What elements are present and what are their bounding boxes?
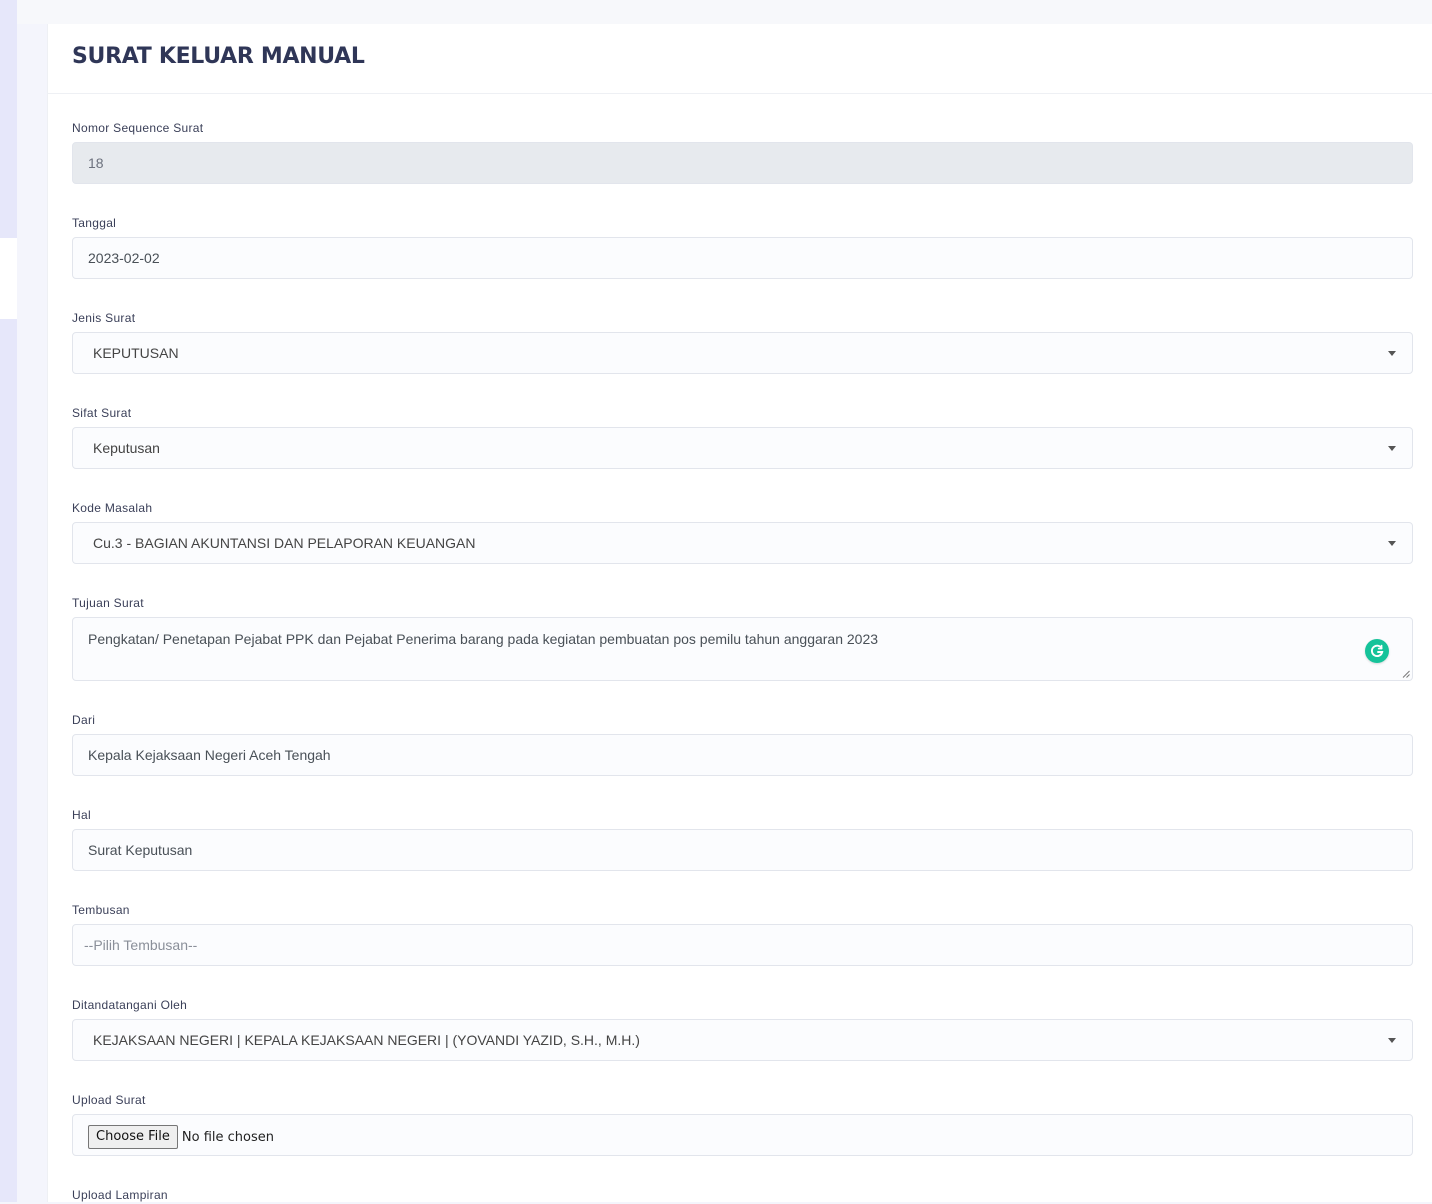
form-group-upload-surat: Upload Surat Choose File No file chosen — [72, 1091, 1413, 1156]
chevron-down-icon — [1388, 541, 1396, 546]
tujuan-surat-label: Tujuan Surat — [72, 596, 144, 610]
sifat-surat-value: Keputusan — [93, 440, 160, 456]
upload-lampiran-label: Upload Lampiran — [72, 1188, 168, 1202]
form-group-jenis-surat: Jenis Surat KEPUTUSAN — [72, 309, 1413, 374]
hal-label: Hal — [72, 808, 91, 822]
tujuan-surat-value: Pengkatan/ Penetapan Pejabat PPK dan Pej… — [88, 631, 879, 647]
tembusan-multiselect[interactable]: --Pilih Tembusan-- — [72, 924, 1413, 966]
ditandatangani-value: KEJAKSAAN NEGERI | KEPALA KEJAKSAAN NEGE… — [93, 1032, 640, 1048]
resize-grip-icon[interactable] — [1402, 670, 1410, 678]
nomor-sequence-label: Nomor Sequence Surat — [72, 121, 204, 135]
kode-masalah-value: Cu.3 - BAGIAN AKUNTANSI DAN PELAPORAN KE… — [93, 535, 476, 551]
sidebar-active-gap — [0, 238, 17, 319]
form-group-tanggal: Tanggal 2023-02-02 — [72, 214, 1413, 279]
top-bar — [17, 0, 1432, 24]
form-group-ditandatangani: Ditandatangani Oleh KEJAKSAAN NEGERI | K… — [72, 996, 1413, 1061]
kode-masalah-select[interactable]: Cu.3 - BAGIAN AKUNTANSI DAN PELAPORAN KE… — [72, 522, 1413, 564]
tembusan-label: Tembusan — [72, 903, 130, 917]
jenis-surat-value: KEPUTUSAN — [93, 345, 179, 361]
tanggal-input[interactable]: 2023-02-02 — [72, 237, 1413, 279]
tanggal-label: Tanggal — [72, 216, 117, 230]
chevron-down-icon — [1388, 1038, 1396, 1043]
grammarly-icon[interactable] — [1365, 639, 1389, 663]
upload-surat-label: Upload Surat — [72, 1093, 146, 1107]
chevron-down-icon — [1388, 351, 1396, 356]
tujuan-surat-textarea[interactable]: Pengkatan/ Penetapan Pejabat PPK dan Pej… — [72, 617, 1413, 681]
jenis-surat-label: Jenis Surat — [72, 311, 136, 325]
ditandatangani-label: Ditandatangani Oleh — [72, 998, 188, 1012]
dari-label: Dari — [72, 713, 96, 727]
chevron-down-icon — [1388, 446, 1396, 451]
form-group-nomor-sequence: Nomor Sequence Surat 18 — [72, 119, 1413, 184]
sifat-surat-label: Sifat Surat — [72, 406, 132, 420]
upload-surat-file-input: Choose File No file chosen — [72, 1114, 1413, 1156]
form-group-tujuan-surat: Tujuan Surat Pengkatan/ Penetapan Pejaba… — [72, 594, 1413, 681]
form-group-kode-masalah: Kode Masalah Cu.3 - BAGIAN AKUNTANSI DAN… — [72, 499, 1413, 564]
jenis-surat-select[interactable]: KEPUTUSAN — [72, 332, 1413, 374]
choose-file-button[interactable]: Choose File — [88, 1125, 178, 1149]
nomor-sequence-input: 18 — [72, 142, 1413, 184]
ditandatangani-select[interactable]: KEJAKSAAN NEGERI | KEPALA KEJAKSAAN NEGE… — [72, 1019, 1413, 1061]
form-group-upload-lampiran: Upload Lampiran — [72, 1186, 1413, 1204]
form-card: SURAT KELUAR MANUAL Nomor Sequence Surat… — [47, 24, 1432, 1202]
sidebar-strip — [0, 0, 17, 1202]
file-status-text: No file chosen — [181, 1129, 274, 1145]
kode-masalah-label: Kode Masalah — [72, 501, 153, 515]
sifat-surat-select[interactable]: Keputusan — [72, 427, 1413, 469]
form-group-tembusan: Tembusan --Pilih Tembusan-- — [72, 901, 1413, 966]
form-group-hal: Hal Surat Keputusan — [72, 806, 1413, 871]
page-title: SURAT KELUAR MANUAL — [72, 44, 365, 69]
form-group-dari: Dari Kepala Kejaksaan Negeri Aceh Tengah — [72, 711, 1413, 776]
hal-input[interactable]: Surat Keputusan — [72, 829, 1413, 871]
card-header: SURAT KELUAR MANUAL — [48, 24, 1432, 94]
form-group-sifat-surat: Sifat Surat Keputusan — [72, 404, 1413, 469]
dari-input[interactable]: Kepala Kejaksaan Negeri Aceh Tengah — [72, 734, 1413, 776]
